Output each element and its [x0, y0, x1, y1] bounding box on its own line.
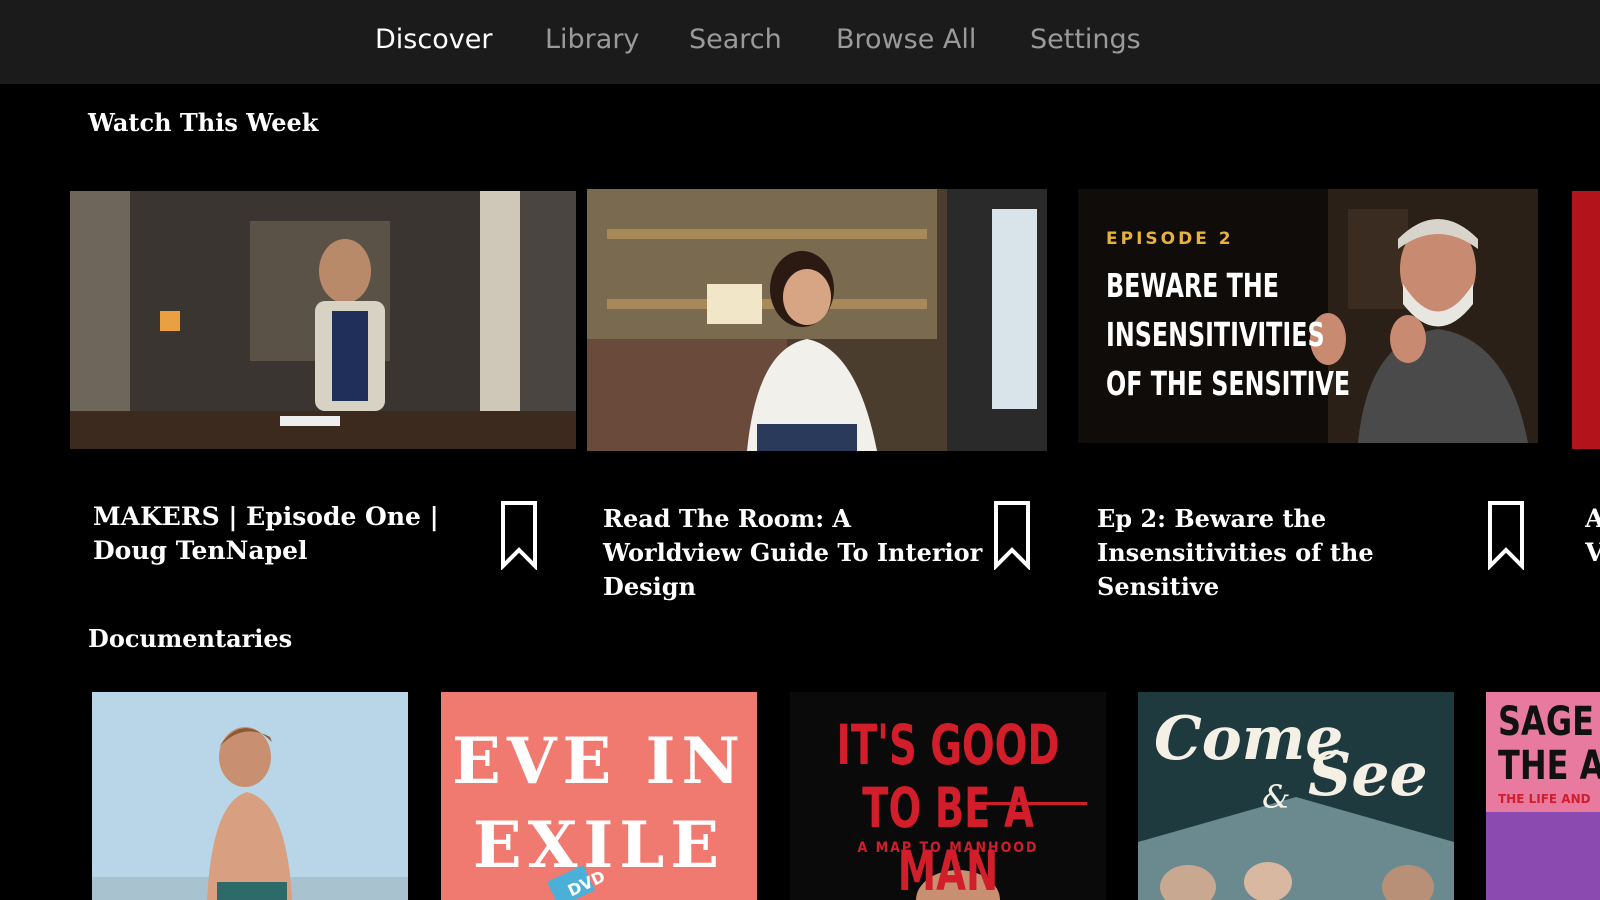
poster-eve-title: EVE IN EXILE [452, 724, 746, 883]
section-title-documentaries: Documentaries [88, 624, 293, 653]
hero-card-title-partial[interactable]: A V [1585, 502, 1600, 570]
poster-ampersand: & [1262, 778, 1291, 816]
documentary-poster-partial[interactable]: SAGE THE A THE LIFE AND [1486, 692, 1600, 900]
makers-thumbnail-image [70, 191, 576, 449]
bookmark-icon[interactable] [992, 500, 1032, 570]
read-the-room-thumbnail-image [587, 189, 1047, 451]
hero-card-thumbnail-read-the-room[interactable] [587, 189, 1047, 451]
documentary-poster-good-to-be-a-man[interactable]: IT'S GOOD TO BE A MAN A MAP TO MANHOOD [790, 692, 1106, 900]
bookmark-icon[interactable] [499, 500, 539, 570]
nav-tab-discover[interactable]: Discover [375, 24, 492, 55]
hero-card-title-beware[interactable]: Ep 2: Beware the Insensitivities of the … [1097, 502, 1477, 604]
nav-tab-settings[interactable]: Settings [1030, 24, 1141, 55]
poster-partial-title: SAGE THE A [1498, 699, 1600, 789]
top-nav-bar: Discover Library Search Browse All Setti… [0, 0, 1600, 84]
documentary-poster-boy[interactable] [92, 692, 408, 900]
poster-see-word: See [1308, 740, 1428, 810]
poster-partial-subtitle: THE LIFE AND [1498, 792, 1591, 806]
nav-tab-search[interactable]: Search [689, 24, 782, 55]
poster-man-subtitle: A MAP TO MANHOOD [857, 840, 1039, 856]
documentary-poster-come-and-see[interactable]: Come & See [1138, 692, 1454, 900]
hero-card-thumbnail-partial[interactable] [1572, 191, 1600, 449]
hero-card-thumbnail-beware[interactable]: EPISODE 2 BEWARE THE INSENSITIVITIES OF … [1078, 189, 1538, 443]
nav-tab-library[interactable]: Library [545, 24, 639, 55]
hero-card-title-makers[interactable]: MAKERS | Episode One | Doug TenNapel [93, 500, 473, 568]
bookmark-icon[interactable] [1486, 500, 1526, 570]
hero-card-title-read-the-room[interactable]: Read The Room: A Worldview Guide To Inte… [603, 502, 983, 604]
poster-man-title: IT'S GOOD TO BE A MAN [836, 713, 1060, 900]
thumbnail-title-overlay: BEWARE THE INSENSITIVITIES OF THE SENSIT… [1106, 266, 1351, 403]
poster-boy-image [92, 692, 408, 900]
hero-card-thumbnail-makers[interactable] [70, 191, 576, 449]
thumbnail-episode-eyebrow: EPISODE 2 [1106, 229, 1234, 249]
partial-thumbnail-image [1572, 191, 1600, 449]
nav-tab-browse-all[interactable]: Browse All [836, 24, 976, 55]
section-title-watch-this-week: Watch This Week [88, 108, 319, 137]
documentary-poster-eve-in-exile[interactable]: EVE IN EXILE DVD [441, 692, 757, 900]
